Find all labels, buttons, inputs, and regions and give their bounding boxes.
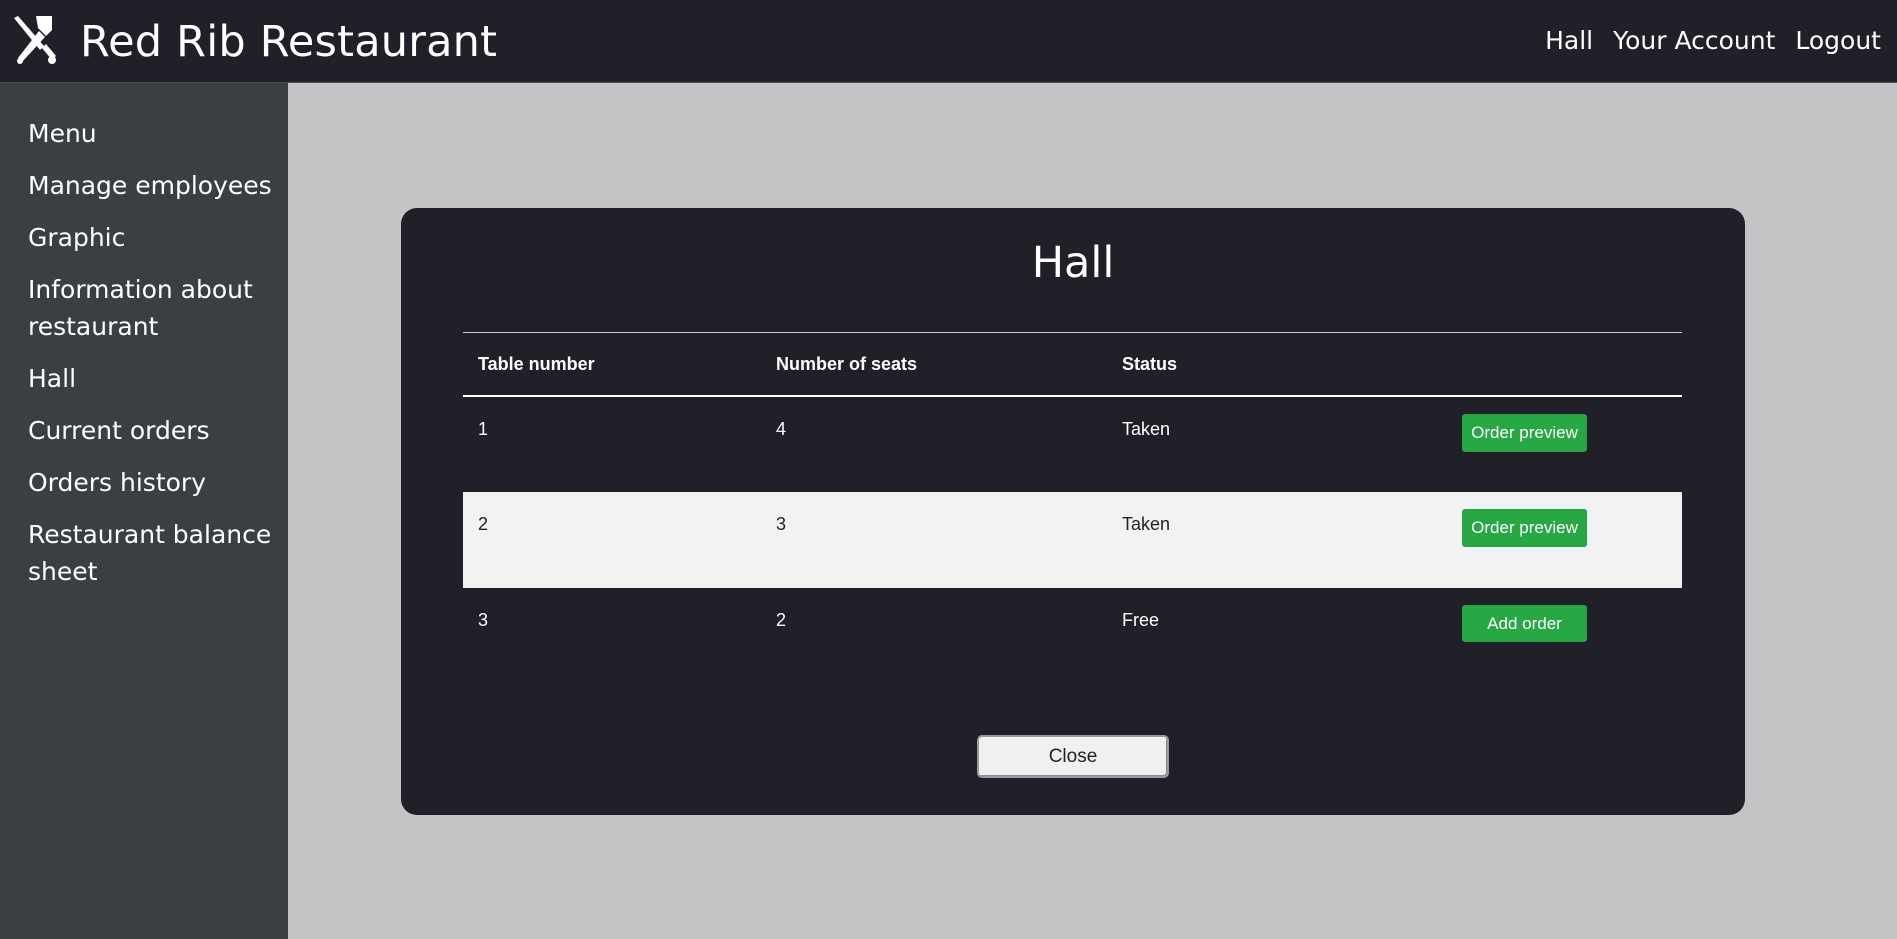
crossed-cleaver-knife-icon [14,16,56,64]
hall-table: Table number Number of seats Status 1 4 … [463,332,1682,658]
table-number-cell: 3 [478,610,489,630]
seats-cell: 4 [776,419,787,439]
brand[interactable]: Red Rib Restaurant [8,12,497,72]
top-navbar: Red Rib Restaurant Hall Your Account Log… [0,0,1897,83]
sidebar-item-orders-history[interactable]: Orders history [28,464,278,501]
table-row: 1 4 Taken Order preview [463,396,1682,492]
modal-title: Hall [1031,238,1115,288]
order-preview-button[interactable]: Order preview [1462,414,1587,452]
table-row: 2 3 Taken Order preview [463,492,1682,588]
status-cell: Taken [1107,492,1447,588]
table-number-cell: 2 [463,492,761,588]
close-button[interactable]: Close [977,735,1169,778]
brand-title: Red Rib Restaurant [80,17,498,67]
top-nav: Hall Your Account Logout [1545,26,1881,55]
table-number-cell: 1 [478,419,489,439]
status-cell: Free [1122,610,1160,630]
order-preview-button[interactable]: Order preview [1462,509,1587,547]
sidebar-item-information-about-restaurant[interactable]: Information about restaurant [28,271,278,345]
add-order-button[interactable]: Add order [1462,605,1587,642]
sidebar-menu: Menu Manage employees Graphic Informatio… [28,115,278,605]
table-header-row: Table number Number of seats Status [463,332,1682,397]
sidebar-item-current-orders[interactable]: Current orders [28,412,278,449]
status-cell: Taken [1122,419,1171,439]
column-header-table-number: Table number [463,332,761,397]
seats-cell: 2 [776,610,787,630]
nav-logout-link[interactable]: Logout [1795,26,1881,55]
column-header-action [1447,332,1682,397]
sidebar-item-hall[interactable]: Hall [28,360,278,397]
column-header-status: Status [1107,332,1447,397]
action-cell: Order preview [1447,396,1682,492]
sidebar: Menu Manage employees Graphic Informatio… [0,83,288,939]
column-header-number-of-seats: Number of seats [761,332,1107,397]
hall-modal: Hall Table number Number of seats Status… [401,208,1745,815]
nav-hall-link[interactable]: Hall [1545,26,1593,55]
action-cell: Add order [1447,588,1682,658]
sidebar-item-manage-employees[interactable]: Manage employees [28,167,278,204]
nav-your-account-link[interactable]: Your Account [1613,26,1775,55]
table-row: 3 2 Free Add order [463,588,1682,658]
seats-cell: 3 [761,492,1107,588]
action-cell: Order preview [1447,492,1682,588]
sidebar-item-graphic[interactable]: Graphic [28,219,278,256]
sidebar-item-restaurant-balance-sheet[interactable]: Restaurant balance sheet [28,516,278,590]
sidebar-item-menu[interactable]: Menu [28,115,278,152]
